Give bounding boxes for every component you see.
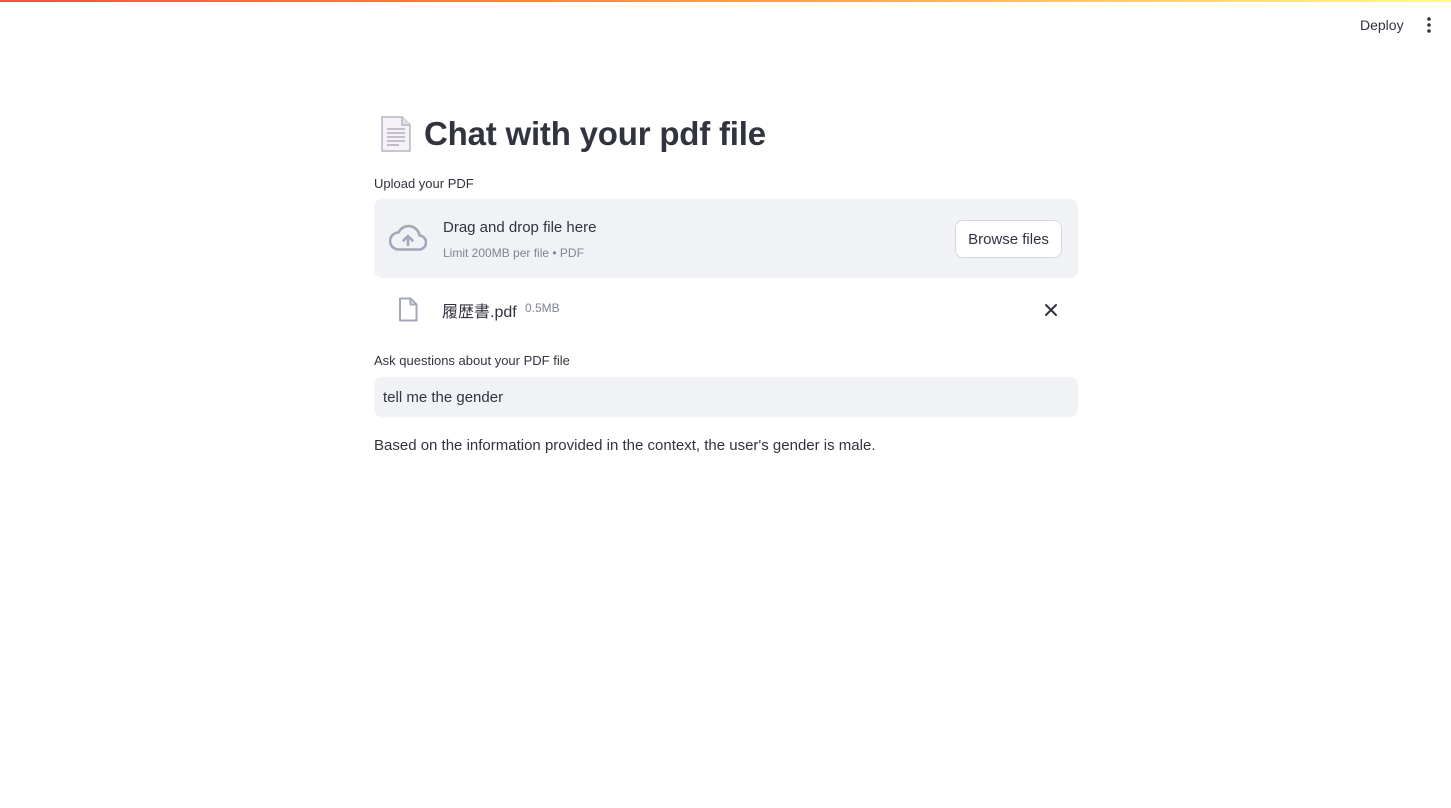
question-input[interactable]: [374, 377, 1078, 417]
close-icon: [1045, 304, 1057, 316]
main-menu-button[interactable]: [1418, 13, 1440, 37]
question-label: Ask questions about your PDF file: [374, 353, 570, 368]
file-dropzone[interactable]: Drag and drop file here Limit 200MB per …: [374, 199, 1078, 278]
uploaded-file-name: 履歴書.pdf: [442, 304, 517, 321]
cloud-upload-icon: [389, 224, 427, 251]
remove-file-button[interactable]: [1039, 298, 1063, 322]
page-title: Chat with your pdf file: [424, 115, 766, 152]
title-row: Chat with your pdf file: [380, 112, 766, 156]
app-header: Deploy: [0, 2, 1451, 46]
browse-files-button[interactable]: Browse files: [955, 220, 1062, 258]
upload-label: Upload your PDF: [374, 176, 474, 191]
answer-text: Based on the information provided in the…: [374, 437, 876, 454]
dropzone-title: Drag and drop file here: [443, 219, 597, 236]
deploy-button[interactable]: Deploy: [1350, 13, 1414, 37]
page-facing-up-emoji-icon: [381, 116, 411, 152]
uploaded-file-row: 履歴書.pdf 0.5MB: [374, 290, 1078, 330]
uploaded-file-size: 0.5MB: [525, 301, 560, 315]
dropzone-limit: Limit 200MB per file • PDF: [443, 246, 584, 260]
file-icon: [399, 297, 418, 322]
vertical-dots-icon: [1427, 17, 1431, 33]
